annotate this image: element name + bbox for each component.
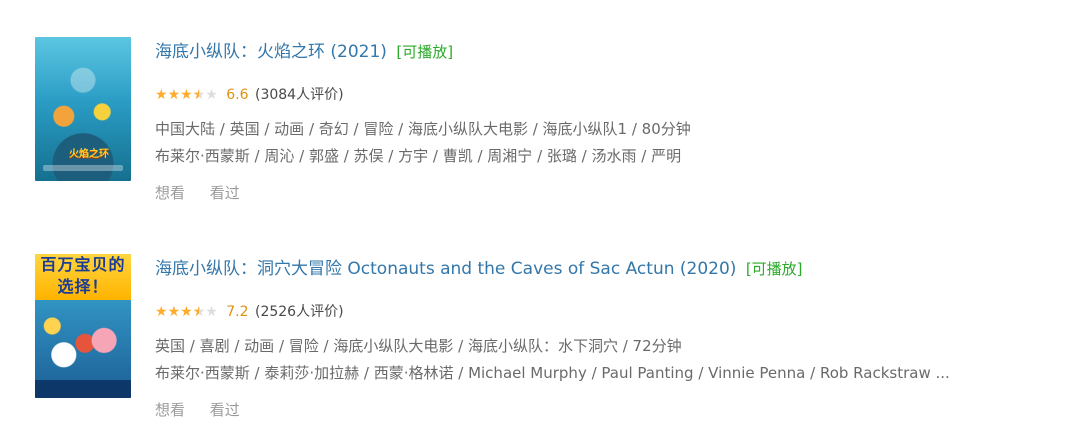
rating-votes[interactable]: (3084人评价)	[255, 87, 344, 103]
empty-star-icon: ★	[205, 304, 218, 320]
poster-title: 火焰之环	[69, 149, 109, 160]
star-icon: ★	[167, 87, 181, 103]
star-icon: ★	[180, 304, 193, 320]
movie-poster[interactable]: 火焰之环	[35, 37, 131, 181]
rating-score: 7.2	[226, 304, 249, 320]
movie-title-line: 海底小纵队：火焰之环 (2021) [可播放]	[155, 40, 453, 64]
movie-cast: 布莱尔·西蒙斯 / 泰莉莎·加拉赫 / 西蒙·格林诺 / Michael Mur…	[155, 364, 950, 382]
star-icon: ★	[155, 87, 168, 103]
want-to-watch-button[interactable]: 想看	[155, 401, 185, 419]
movie-actions: 想看 看过	[155, 183, 260, 203]
star-icon: ★	[167, 304, 181, 320]
watched-button[interactable]: 看过	[210, 184, 240, 202]
rating-stars: ★★★★ ★	[155, 85, 218, 105]
movie-title-link[interactable]: 海底小纵队：洞穴大冒险 Octonauts and the Caves of S…	[155, 259, 736, 279]
poster-title: 百万宝贝的选择！	[35, 254, 131, 300]
rating-line: ★★★★★ 6.6 (3084人评价)	[155, 85, 344, 105]
movie-title-line: 海底小纵队：洞穴大冒险 Octonauts and the Caves of S…	[155, 257, 803, 281]
want-to-watch-button[interactable]: 想看	[155, 184, 185, 202]
half-star-icon: ★	[193, 85, 206, 105]
rating-line: ★★★★★ 7.2 (2526人评价)	[155, 302, 344, 322]
star-icon: ★	[180, 87, 193, 103]
poster-strip	[43, 165, 123, 171]
playable-badge[interactable]: [可播放]	[396, 43, 453, 61]
poster-strip	[35, 380, 131, 398]
rating-votes[interactable]: (2526人评价)	[255, 304, 344, 320]
movie-actions: 想看 看过	[155, 400, 260, 420]
movie-meta: 英国 / 喜剧 / 动画 / 冒险 / 海底小纵队大电影 / 海底小纵队：水下洞…	[155, 337, 682, 355]
rating-stars: ★★★★ ★	[155, 302, 218, 322]
movie-meta: 中国大陆 / 英国 / 动画 / 奇幻 / 冒险 / 海底小纵队大电影 / 海底…	[155, 120, 691, 138]
rating-score: 6.6	[226, 87, 249, 103]
half-star-icon: ★	[193, 302, 206, 322]
watched-button[interactable]: 看过	[210, 401, 240, 419]
movie-poster[interactable]: 百万宝贝的选择！	[35, 254, 131, 398]
movie-title-link[interactable]: 海底小纵队：火焰之环 (2021)	[155, 42, 387, 62]
movie-cast: 布莱尔·西蒙斯 / 周沁 / 郭盛 / 苏俣 / 方宇 / 曹凯 / 周湘宁 /…	[155, 147, 682, 165]
playable-badge[interactable]: [可播放]	[746, 260, 803, 278]
star-icon: ★	[155, 304, 168, 320]
empty-star-icon: ★	[205, 87, 218, 103]
